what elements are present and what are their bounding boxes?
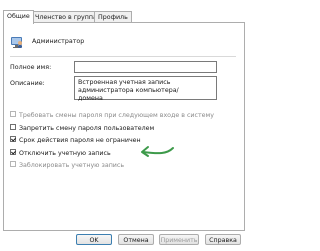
checkbox-box-checked	[10, 136, 16, 142]
help-button[interactable]: Справка	[205, 234, 241, 245]
user-icon	[10, 35, 24, 49]
apply-button[interactable]: Применить	[159, 234, 199, 245]
lock-account-checkbox[interactable]: Заблокировать учетную запись	[10, 161, 124, 170]
checkbox-box	[10, 111, 16, 117]
require-password-change-checkbox[interactable]: Требовать смены пароля при следующем вхо…	[10, 111, 214, 120]
description-field[interactable]: Встроенная учетная запись администратора…	[74, 76, 217, 102]
ok-button[interactable]: OK	[76, 234, 112, 245]
disable-account-checkbox[interactable]: Отключить учетную запись	[10, 149, 111, 158]
full-name-field[interactable]	[74, 61, 217, 73]
tab-general[interactable]: Общие	[3, 10, 34, 24]
cancel-button[interactable]: Отмена	[118, 234, 154, 245]
checkbox-box	[10, 161, 16, 167]
green-arrow-icon	[139, 144, 175, 158]
checkbox-box	[10, 124, 16, 130]
general-tab-panel: Администратор Полное имя: Описание: Встр…	[3, 22, 245, 231]
description-label: Описание:	[10, 80, 45, 87]
checkbox-box-checked	[10, 149, 16, 155]
user-name: Администратор	[32, 38, 85, 45]
full-name-label: Полное имя:	[10, 64, 52, 71]
description-text: Встроенная учетная запись администратора…	[78, 79, 179, 102]
password-never-expires-checkbox[interactable]: Срок действия пароля не ограничен	[10, 136, 141, 145]
divider-top	[10, 56, 236, 57]
prevent-password-change-checkbox[interactable]: Запретить смену пароля пользователем	[10, 124, 154, 133]
